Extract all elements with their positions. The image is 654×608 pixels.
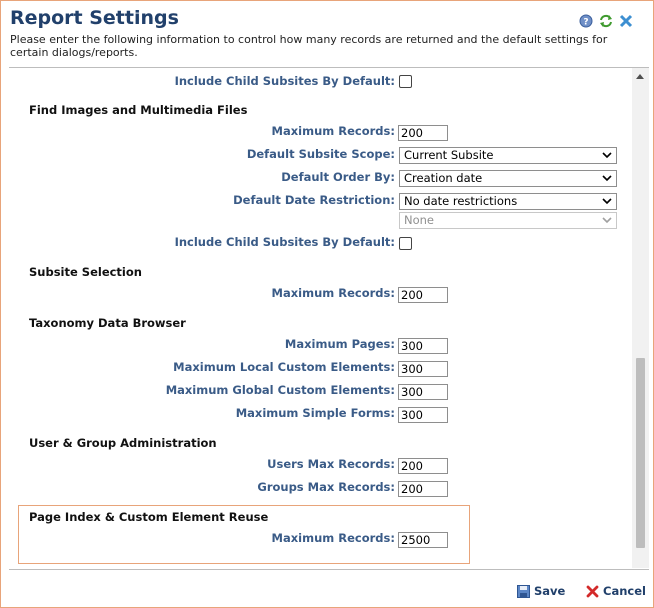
chevron-down-icon: [602, 152, 612, 159]
default-date-restriction-value: No date restrictions: [404, 194, 518, 208]
page-index-max-records-label: Maximum Records:: [271, 531, 395, 545]
divider: [9, 569, 649, 570]
subsite-selection-max-records-label: Maximum Records:: [271, 286, 395, 300]
save-icon: [517, 584, 530, 598]
default-order-by-label: Default Order By:: [281, 170, 395, 184]
find-images-include-child-label: Include Child Subsites By Default:: [174, 235, 395, 249]
save-button[interactable]: Save: [517, 584, 565, 598]
default-subsite-scope-label: Default Subsite Scope:: [246, 147, 395, 161]
include-child-label: Include Child Subsites By Default:: [174, 74, 395, 88]
date-restriction-sub-value: None: [404, 213, 435, 227]
default-order-by-select[interactable]: Creation date: [399, 170, 617, 187]
default-subsite-scope-select[interactable]: Current Subsite: [399, 147, 617, 164]
refresh-icon[interactable]: [599, 13, 613, 28]
cancel-x-icon: [586, 585, 599, 597]
section-heading-taxonomy: Taxonomy Data Browser: [29, 316, 186, 330]
max-pages-input[interactable]: 300: [398, 338, 448, 354]
close-icon[interactable]: [619, 13, 633, 28]
chevron-down-icon: [602, 217, 612, 224]
default-order-by-value: Creation date: [404, 171, 483, 185]
help-icon[interactable]: ?: [579, 13, 593, 28]
include-child-checkbox-top[interactable]: [399, 75, 412, 88]
find-images-max-records-label: Maximum Records:: [271, 124, 395, 138]
default-subsite-scope-value: Current Subsite: [404, 148, 494, 162]
groups-max-records-input[interactable]: 200: [398, 481, 448, 497]
users-max-records-input[interactable]: 200: [398, 458, 448, 474]
find-images-include-child-checkbox[interactable]: [399, 237, 412, 250]
default-date-restriction-label: Default Date Restriction:: [233, 193, 395, 207]
settings-scroll-area[interactable]: Include Child Subsites By Default: Find …: [9, 68, 649, 568]
max-pages-label: Maximum Pages:: [284, 337, 395, 351]
section-heading-user-group: User & Group Administration: [29, 436, 217, 450]
section-heading-find-images: Find Images and Multimedia Files: [29, 103, 248, 117]
subsite-selection-max-records-input[interactable]: 200: [398, 287, 448, 303]
max-local-custom-elements-label: Maximum Local Custom Elements:: [173, 360, 395, 374]
save-label: Save: [534, 584, 566, 598]
cancel-label: Cancel: [603, 584, 646, 598]
default-date-restriction-select[interactable]: No date restrictions: [399, 193, 617, 210]
chevron-down-icon: [602, 175, 612, 182]
max-global-custom-elements-input[interactable]: 300: [398, 384, 448, 400]
max-simple-forms-input[interactable]: 300: [398, 407, 448, 423]
vertical-scrollbar[interactable]: [632, 68, 649, 568]
find-images-max-records-input[interactable]: 200: [398, 125, 448, 141]
max-local-custom-elements-input[interactable]: 300: [398, 361, 448, 377]
section-heading-subsite-selection: Subsite Selection: [29, 265, 142, 279]
date-restriction-sub-select: None: [399, 212, 617, 229]
report-settings-dialog: Report Settings ? Please enter the follo…: [0, 0, 654, 608]
users-max-records-label: Users Max Records:: [267, 457, 395, 471]
svg-text:?: ?: [583, 18, 588, 28]
cancel-button[interactable]: Cancel: [586, 584, 646, 598]
page-index-max-records-input[interactable]: 2500: [398, 532, 448, 548]
max-simple-forms-label: Maximum Simple Forms:: [235, 406, 395, 420]
groups-max-records-label: Groups Max Records:: [257, 480, 395, 494]
section-heading-page-index: Page Index & Custom Element Reuse: [29, 510, 269, 524]
chevron-down-icon: [602, 198, 612, 205]
scroll-up-arrow-icon[interactable]: [636, 74, 644, 79]
header-icons: ?: [579, 13, 633, 28]
max-global-custom-elements-label: Maximum Global Custom Elements:: [165, 383, 395, 397]
scrollbar-thumb[interactable]: [636, 358, 645, 548]
page-title: Report Settings: [10, 7, 179, 29]
page-description: Please enter the following information t…: [10, 33, 608, 59]
